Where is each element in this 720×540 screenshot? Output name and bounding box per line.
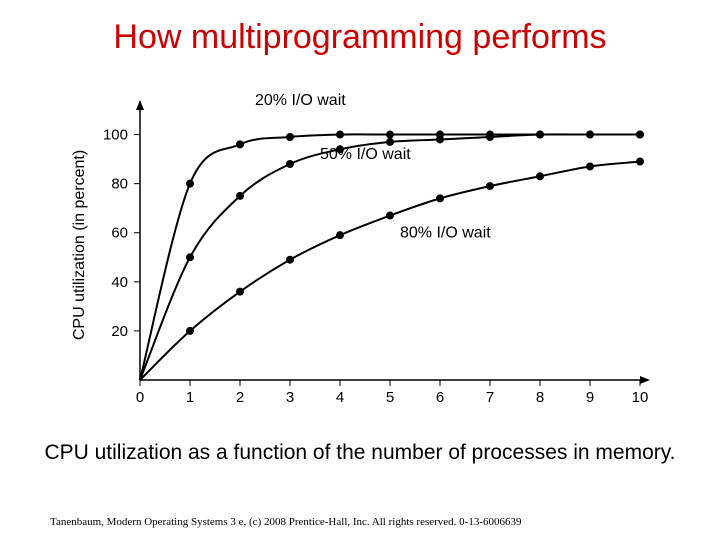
svg-text:1: 1 [186, 389, 194, 406]
slide: How multiprogramming performs 0 1 2 3 4 5 6 7 8 9… [0, 0, 720, 540]
svg-text:20: 20 [111, 323, 128, 340]
svg-text:0: 0 [136, 389, 144, 406]
chart: 0 1 2 3 4 5 6 7 8 9 10 20 40 60 80 100 CPU utilization (… [60, 80, 660, 420]
svg-text:60: 60 [111, 225, 128, 242]
svg-text:10: 10 [632, 389, 649, 406]
svg-text:5: 5 [386, 389, 394, 406]
svg-text:3: 3 [286, 389, 294, 406]
caption: CPU utilization as a function of the num… [0, 440, 720, 466]
footer: Tanenbaum, Modern Operating Systems 3 e,… [50, 516, 522, 528]
svg-text:9: 9 [586, 389, 594, 406]
svg-text:6: 6 [436, 389, 444, 406]
chart-svg: 0 1 2 3 4 5 6 7 8 9 10 20 40 60 80 100 CPU utilization (… [60, 80, 660, 420]
svg-text:4: 4 [336, 389, 344, 406]
svg-text:50% I/O wait: 50% I/O wait [320, 146, 411, 163]
svg-text:CPU utilization (in percent): CPU utilization (in percent) [71, 150, 88, 340]
svg-text:8: 8 [536, 389, 544, 406]
svg-text:20% I/O wait: 20% I/O wait [255, 92, 346, 109]
svg-text:80% I/O wait: 80% I/O wait [400, 225, 491, 242]
svg-text:2: 2 [236, 389, 244, 406]
svg-text:40: 40 [111, 274, 128, 291]
svg-text:100: 100 [103, 127, 128, 144]
svg-text:80: 80 [111, 176, 128, 193]
svg-text:7: 7 [486, 389, 494, 406]
slide-title: How multiprogramming performs [0, 18, 720, 57]
